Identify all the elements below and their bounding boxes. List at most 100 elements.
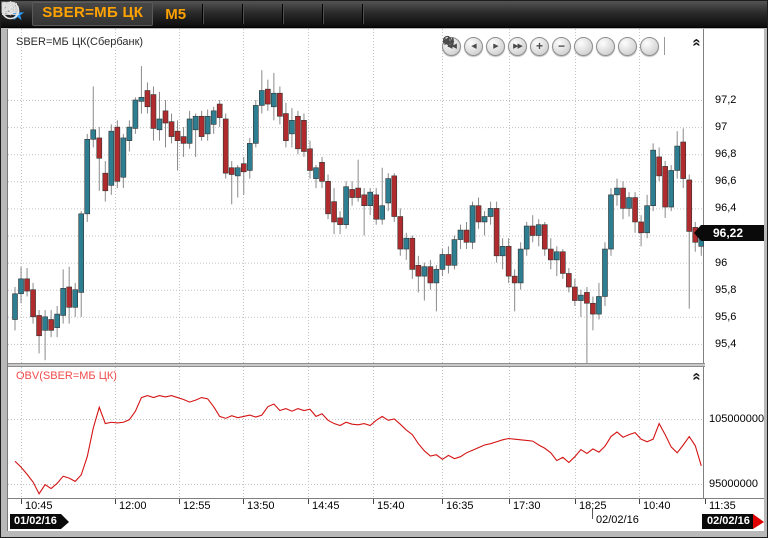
- obv-indicator-panel[interactable]: OBV(SBER=МБ ЦК) «: [8, 367, 706, 498]
- candle: [228, 167, 235, 175]
- date-separator-tick: [592, 509, 593, 519]
- candle: [174, 130, 181, 141]
- price-tick-label: 96,8: [715, 148, 737, 161]
- chart-area: SBER=МБ ЦК(Сбербанк) ◀◀ ◀ ▶ ▶▶ + − « OBV(SBER…: [7, 29, 764, 531]
- candle: [596, 296, 602, 315]
- candle: [560, 251, 566, 274]
- obv-line: [14, 395, 702, 495]
- candle: [620, 187, 626, 209]
- time-tick-mark: [308, 499, 309, 504]
- candle: [686, 179, 693, 232]
- candle: [84, 138, 91, 215]
- symbol-box[interactable]: SBER=МБ ЦК: [32, 2, 154, 26]
- price-tick-label: 95,4: [715, 337, 737, 350]
- candle: [210, 110, 217, 125]
- obv-tick-label: 95000000: [709, 478, 758, 490]
- candle: [439, 254, 446, 270]
- candle: [427, 266, 434, 284]
- candle: [379, 205, 386, 220]
- candle: [361, 194, 367, 206]
- main-price-panel[interactable]: SBER=МБ ЦК(Сбербанк) ◀◀ ◀ ▶ ▶▶ + − «: [8, 29, 706, 363]
- candle: [463, 229, 470, 243]
- candle: [541, 224, 548, 250]
- candle: [626, 197, 632, 209]
- toolbar-separator: [282, 4, 285, 24]
- timeframe-label[interactable]: M5: [165, 6, 186, 23]
- candle: [204, 115, 211, 135]
- cursor-icon[interactable]: [5, 1, 356, 25]
- date-badge-left: 01/02/16: [10, 514, 69, 529]
- candle: [180, 136, 187, 144]
- draw-icon[interactable]: [3, 2, 276, 25]
- candle: [590, 302, 596, 315]
- price-axis[interactable]: 96,22 97,2 97 96,8 96,6 96,4 96 95,8 95,6 95,4 10…: [694, 29, 764, 498]
- price-tick-label: 97,2: [715, 94, 737, 106]
- price-tick-label: 96,6: [715, 175, 737, 188]
- candle: [385, 178, 392, 204]
- candle: [373, 194, 380, 220]
- candle: [192, 115, 199, 131]
- close-icon[interactable]: [2, 1, 761, 25]
- candle: [120, 137, 127, 178]
- compress-scale-button[interactable]: [443, 36, 615, 56]
- expand-scale-button[interactable]: [442, 36, 637, 56]
- time-tick-mark: [115, 499, 116, 504]
- candle: [553, 251, 560, 261]
- candlestick-chart: [8, 29, 704, 363]
- step-forward-button[interactable]: ▶: [486, 36, 505, 56]
- candle: [132, 99, 139, 129]
- candle: [475, 205, 482, 223]
- time-tick-mark: [509, 499, 510, 504]
- collapse-main-panel-icon[interactable]: «: [689, 38, 706, 46]
- obv-line-chart: [8, 367, 704, 498]
- time-axis[interactable]: 10:45 12:00 12:55 13:50 14:45 15:40 16:35 17:30…: [8, 498, 764, 513]
- candle: [337, 217, 343, 225]
- title-bar[interactable]: ★ SBER=МБ ЦК M5: [1, 1, 767, 28]
- goto-end-button[interactable]: [444, 36, 659, 56]
- obv-panel-label: OBV(SBER=МБ ЦК): [16, 370, 117, 382]
- candle: [48, 319, 54, 331]
- candle: [493, 208, 500, 257]
- candle: [535, 224, 542, 236]
- toolbar-separator: [202, 4, 205, 24]
- candle: [632, 197, 638, 223]
- date-separator-label: 02/02/16: [596, 514, 639, 526]
- time-tick-mark: [243, 499, 244, 504]
- candle: [265, 88, 271, 105]
- time-tick-label: 13:50: [247, 500, 275, 512]
- candle: [680, 141, 687, 179]
- candle: [162, 110, 169, 124]
- candle: [234, 167, 241, 177]
- price-tick-label: 95,6: [715, 310, 737, 323]
- candle: [144, 90, 151, 108]
- time-tick-mark: [373, 499, 374, 504]
- zoom-in-button[interactable]: +: [530, 36, 549, 56]
- time-tick-label: 14:45: [312, 500, 340, 512]
- candle: [138, 96, 145, 102]
- candle: [499, 246, 506, 257]
- chart-type-icon[interactable]: [2, 1, 236, 25]
- candle: [319, 162, 325, 182]
- candle: [469, 205, 476, 243]
- candle: [72, 289, 78, 308]
- candle: [451, 239, 458, 266]
- dollar-icon[interactable]: $: [1, 1, 705, 25]
- candle: [168, 121, 175, 137]
- candle: [96, 137, 103, 159]
- candle: [656, 156, 662, 177]
- time-tick-mark: [639, 499, 640, 504]
- levels-icon[interactable]: [3, 2, 396, 25]
- collapse-obv-panel-icon[interactable]: «: [689, 372, 706, 380]
- chart-nav-toolbar: ◀◀ ◀ ▶ ▶▶ + −: [442, 35, 669, 57]
- time-tick-label: 10:40: [643, 500, 671, 512]
- zoom-area-button[interactable]: [442, 35, 593, 56]
- restore-icon[interactable]: [1, 2, 733, 25]
- candle: [102, 172, 109, 192]
- step-backward-button[interactable]: ◀: [464, 36, 483, 56]
- candle: [307, 148, 313, 171]
- zoom-out-button[interactable]: −: [552, 36, 571, 56]
- candle: [42, 316, 48, 331]
- fast-forward-button[interactable]: ▶▶: [508, 36, 527, 56]
- candle: [18, 278, 24, 295]
- indicator-icon[interactable]: [1, 3, 316, 25]
